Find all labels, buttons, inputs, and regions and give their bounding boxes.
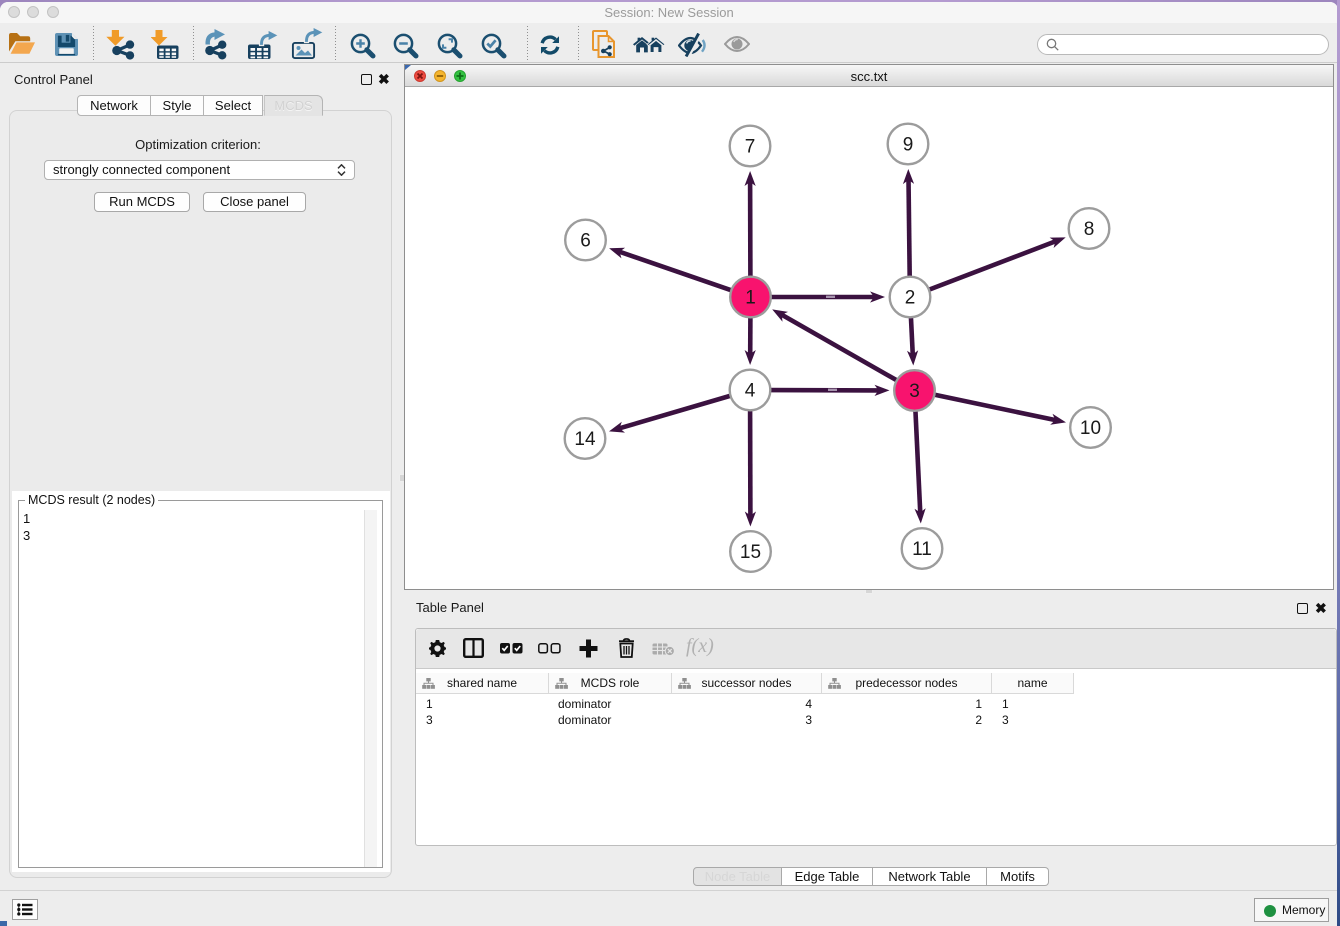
svg-text:11: 11 <box>912 539 932 560</box>
svg-text:3: 3 <box>909 381 920 402</box>
svg-text:1: 1 <box>745 288 756 309</box>
svg-text:10: 10 <box>1080 418 1101 439</box>
svg-text:9: 9 <box>903 135 914 156</box>
svg-text:14: 14 <box>574 429 596 450</box>
svg-text:6: 6 <box>580 231 591 252</box>
svg-text:7: 7 <box>745 137 756 158</box>
svg-text:2: 2 <box>905 288 916 309</box>
svg-text:4: 4 <box>745 381 756 402</box>
svg-text:8: 8 <box>1084 219 1095 240</box>
svg-text:15: 15 <box>740 542 761 563</box>
